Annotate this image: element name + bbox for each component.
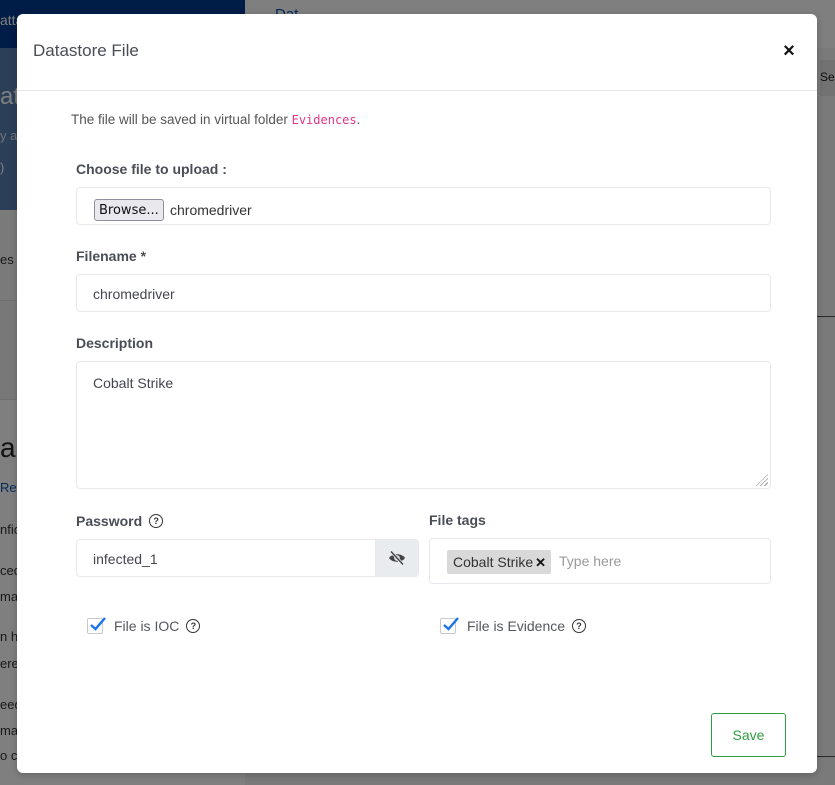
help-icon[interactable]: ?: [572, 619, 587, 633]
close-button[interactable]: ×: [779, 40, 799, 62]
password-label: Password ?: [76, 513, 164, 529]
file-tags-input[interactable]: Cobalt Strike ✕: [429, 538, 771, 584]
save-button[interactable]: Save: [711, 713, 786, 757]
info-text: The file will be saved in virtual folder: [71, 112, 292, 127]
file-is-evidence-checkbox[interactable]: [440, 617, 459, 634]
file-is-ioc-label: File is IOC: [114, 618, 180, 634]
file-tags-label: File tags: [429, 512, 486, 528]
file-is-evidence-row: File is Evidence ?: [440, 617, 587, 634]
toggle-password-visibility-button[interactable]: [375, 540, 418, 576]
password-value: infected_1: [93, 551, 158, 567]
help-icon[interactable]: ?: [149, 514, 164, 528]
filename-value: chromedriver: [93, 286, 175, 302]
virtual-folder-name: Evidences: [291, 113, 357, 127]
info-suffix: .: [356, 112, 361, 127]
resize-handle[interactable]: [756, 474, 768, 486]
help-icon[interactable]: ?: [186, 619, 201, 633]
modal-header: Datastore File ×: [17, 14, 817, 91]
virtual-folder-info: The file will be saved in virtual folder…: [71, 112, 360, 127]
file-is-ioc-row: File is IOC ?: [87, 617, 201, 634]
upload-label: Choose file to upload :: [76, 161, 227, 177]
datastore-file-modal: Datastore File × The file will be saved …: [17, 14, 817, 773]
description-value: Cobalt Strike: [93, 375, 174, 391]
checkmark-icon: [90, 617, 106, 631]
tag-chip: Cobalt Strike ✕: [447, 550, 552, 574]
file-is-evidence-label: File is Evidence: [467, 618, 566, 634]
password-input[interactable]: infected_1: [76, 539, 419, 577]
filename-input[interactable]: chromedriver: [76, 274, 771, 312]
file-upload-input[interactable]: Browse... chromedriver: [76, 187, 771, 225]
modal-title: Datastore File: [33, 41, 139, 60]
description-textarea[interactable]: Cobalt Strike: [76, 361, 771, 489]
file-is-ioc-checkbox[interactable]: [87, 617, 106, 634]
selected-file-name: chromedriver: [170, 202, 252, 218]
tag-text-input[interactable]: [559, 553, 739, 569]
tag-remove-icon[interactable]: ✕: [535, 556, 546, 569]
eye-slash-icon: [389, 550, 405, 566]
password-label-text: Password: [76, 513, 143, 529]
filename-label: Filename *: [76, 248, 147, 264]
description-label: Description: [76, 335, 154, 351]
close-icon: ×: [783, 40, 795, 62]
tag-label: Cobalt Strike: [453, 554, 534, 570]
checkmark-icon: [443, 617, 459, 631]
browse-button[interactable]: Browse...: [94, 199, 164, 221]
